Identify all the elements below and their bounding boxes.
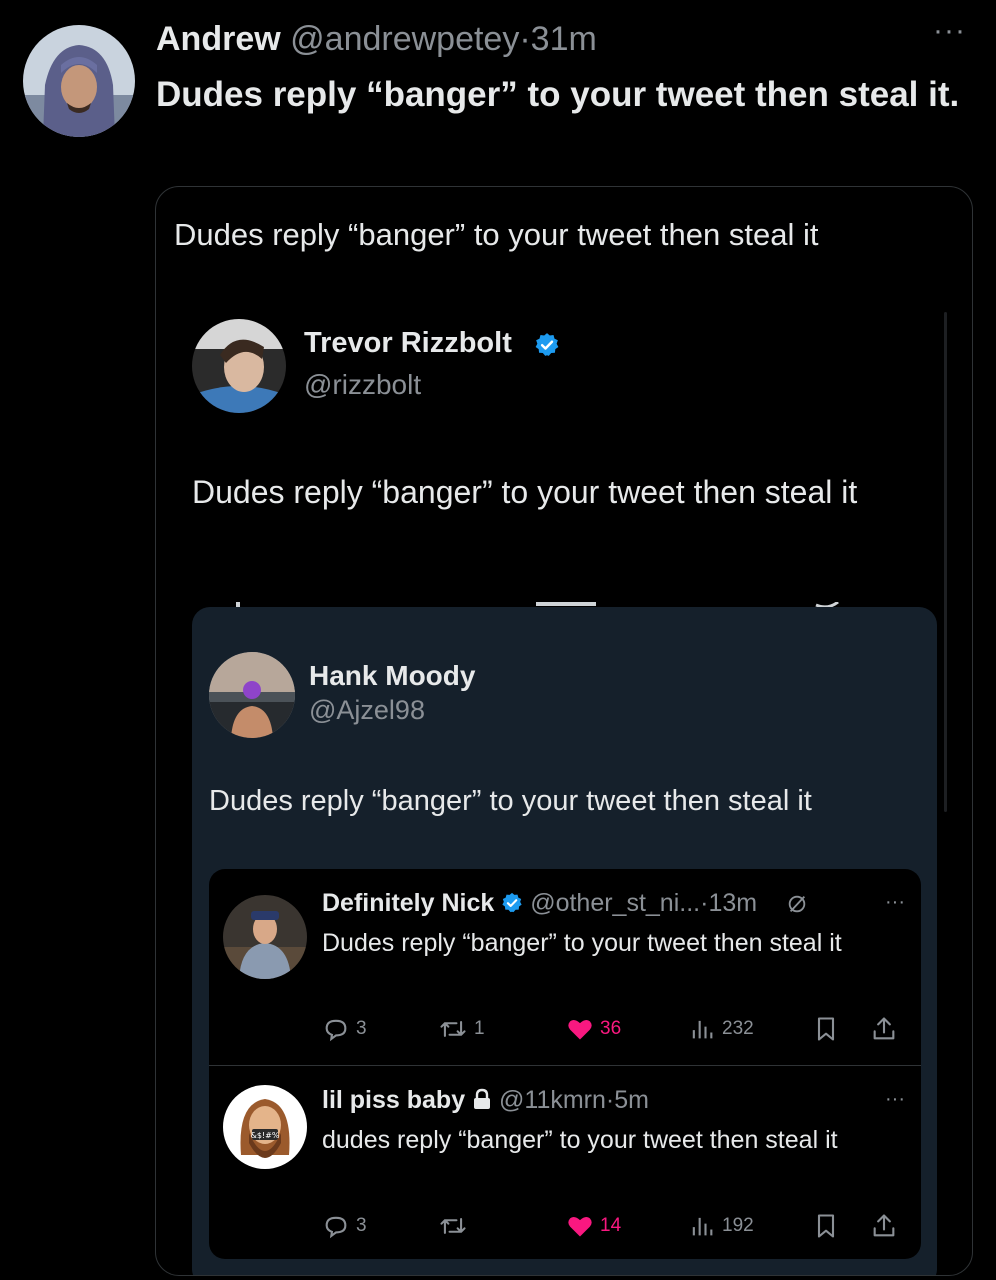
more-options-icon: ··· [885, 891, 905, 913]
reply-action: 3 [322, 1015, 367, 1043]
views-icon [692, 1020, 713, 1039]
tweet-text: Dudes reply “banger” to your tweet then … [156, 75, 960, 114]
reply-header: Definitely Nick @other_st_ni...·13m [322, 889, 808, 918]
lock-icon [474, 1088, 491, 1109]
inner-tweet-card: Hank Moody @Ajzel98 Dudes reply “banger”… [192, 607, 937, 1275]
avatar-censor-text: &$!#% [251, 1131, 280, 1140]
repost-icon [440, 1218, 466, 1234]
views-count: 192 [722, 1215, 754, 1236]
reply-author-name: Definitely Nick [322, 889, 495, 917]
tweet-header: Andrew @andrewpetey·31m [156, 20, 597, 59]
repost-icon [440, 1021, 466, 1037]
views-icon [692, 1217, 713, 1236]
inner-author-handle: @Ajzel98 [309, 695, 425, 725]
reply-time: 5m [614, 1086, 649, 1114]
reply-text: dudes reply “banger” to your tweet then … [322, 1126, 838, 1154]
reply-author-handle: @11kmrn [499, 1086, 606, 1114]
inner-author-name: Hank Moody [309, 660, 476, 691]
reply-author-name: lil piss baby [322, 1086, 466, 1114]
reply-item: &$!#% lil piss baby @11kmrn·5m ··· dudes… [209, 1066, 921, 1259]
reply-avatar [223, 895, 307, 979]
meta-separator: · [519, 20, 531, 58]
reply-avatar: &$!#% [223, 1085, 307, 1169]
like-count: 36 [600, 1018, 622, 1039]
trevor-avatar [192, 319, 286, 413]
reply-actions: 3 14 192 [322, 1212, 912, 1242]
screenshot-scrollbar [944, 312, 947, 812]
reply-list: Definitely Nick @other_st_ni...·13m ··· … [209, 869, 921, 1259]
like-count: 14 [600, 1215, 622, 1236]
repost-count: 1 [474, 1018, 485, 1039]
hank-avatar [209, 652, 295, 738]
bookmark-icon [817, 1214, 835, 1238]
reply-action: 3 [322, 1212, 367, 1240]
reply-author-handle: @other_st_ni... [530, 889, 701, 917]
reply-icon [325, 1019, 347, 1042]
reply-header: lil piss baby @11kmrn·5m [322, 1086, 649, 1115]
share-icon [873, 1214, 895, 1237]
quoted-author-handle: @rizzbolt [304, 369, 422, 400]
repost-action: 1 [438, 1015, 485, 1043]
repost-action [438, 1212, 474, 1240]
views-action: 192 [688, 1212, 754, 1240]
tweet-time[interactable]: 31m [531, 20, 597, 58]
like-action: 14 [566, 1212, 621, 1240]
reply-item: Definitely Nick @other_st_ni...·13m ··· … [209, 869, 921, 1065]
views-count: 232 [722, 1018, 754, 1039]
more-options-icon[interactable]: ··· [933, 14, 966, 48]
like-action: 36 [566, 1015, 621, 1043]
reply-count: 3 [356, 1018, 367, 1039]
reply-time: 13m [708, 889, 758, 917]
inner-tweet-text: Dudes reply “banger” to your tweet then … [209, 785, 812, 817]
reply-actions: 3 1 36 232 [322, 1015, 912, 1045]
grok-icon [788, 895, 806, 913]
meta-separator: · [605, 1086, 615, 1114]
bookmark-icon [817, 1017, 835, 1041]
reply-count: 3 [356, 1215, 367, 1236]
reply-text: Dudes reply “banger” to your tweet then … [322, 929, 842, 957]
heart-icon [568, 1217, 592, 1237]
author-handle[interactable]: @andrewpetey [290, 20, 519, 58]
more-options-icon: ··· [885, 1088, 905, 1110]
heart-icon [568, 1020, 592, 1040]
screenshot-caption: Dudes reply “banger” to your tweet then … [174, 217, 819, 252]
quoted-tweet-text: Dudes reply “banger” to your tweet then … [192, 474, 858, 510]
verified-badge-icon [502, 892, 522, 913]
share-icon [873, 1017, 895, 1040]
andrew-avatar[interactable] [23, 25, 135, 137]
tweet-image-card[interactable]: Dudes reply “banger” to your tweet then … [155, 186, 973, 1276]
reply-icon [325, 1216, 347, 1239]
views-action: 232 [688, 1015, 754, 1043]
verified-badge-icon [534, 332, 560, 363]
quoted-author-name: Trevor Rizzbolt [304, 327, 512, 359]
author-name[interactable]: Andrew [156, 20, 281, 58]
